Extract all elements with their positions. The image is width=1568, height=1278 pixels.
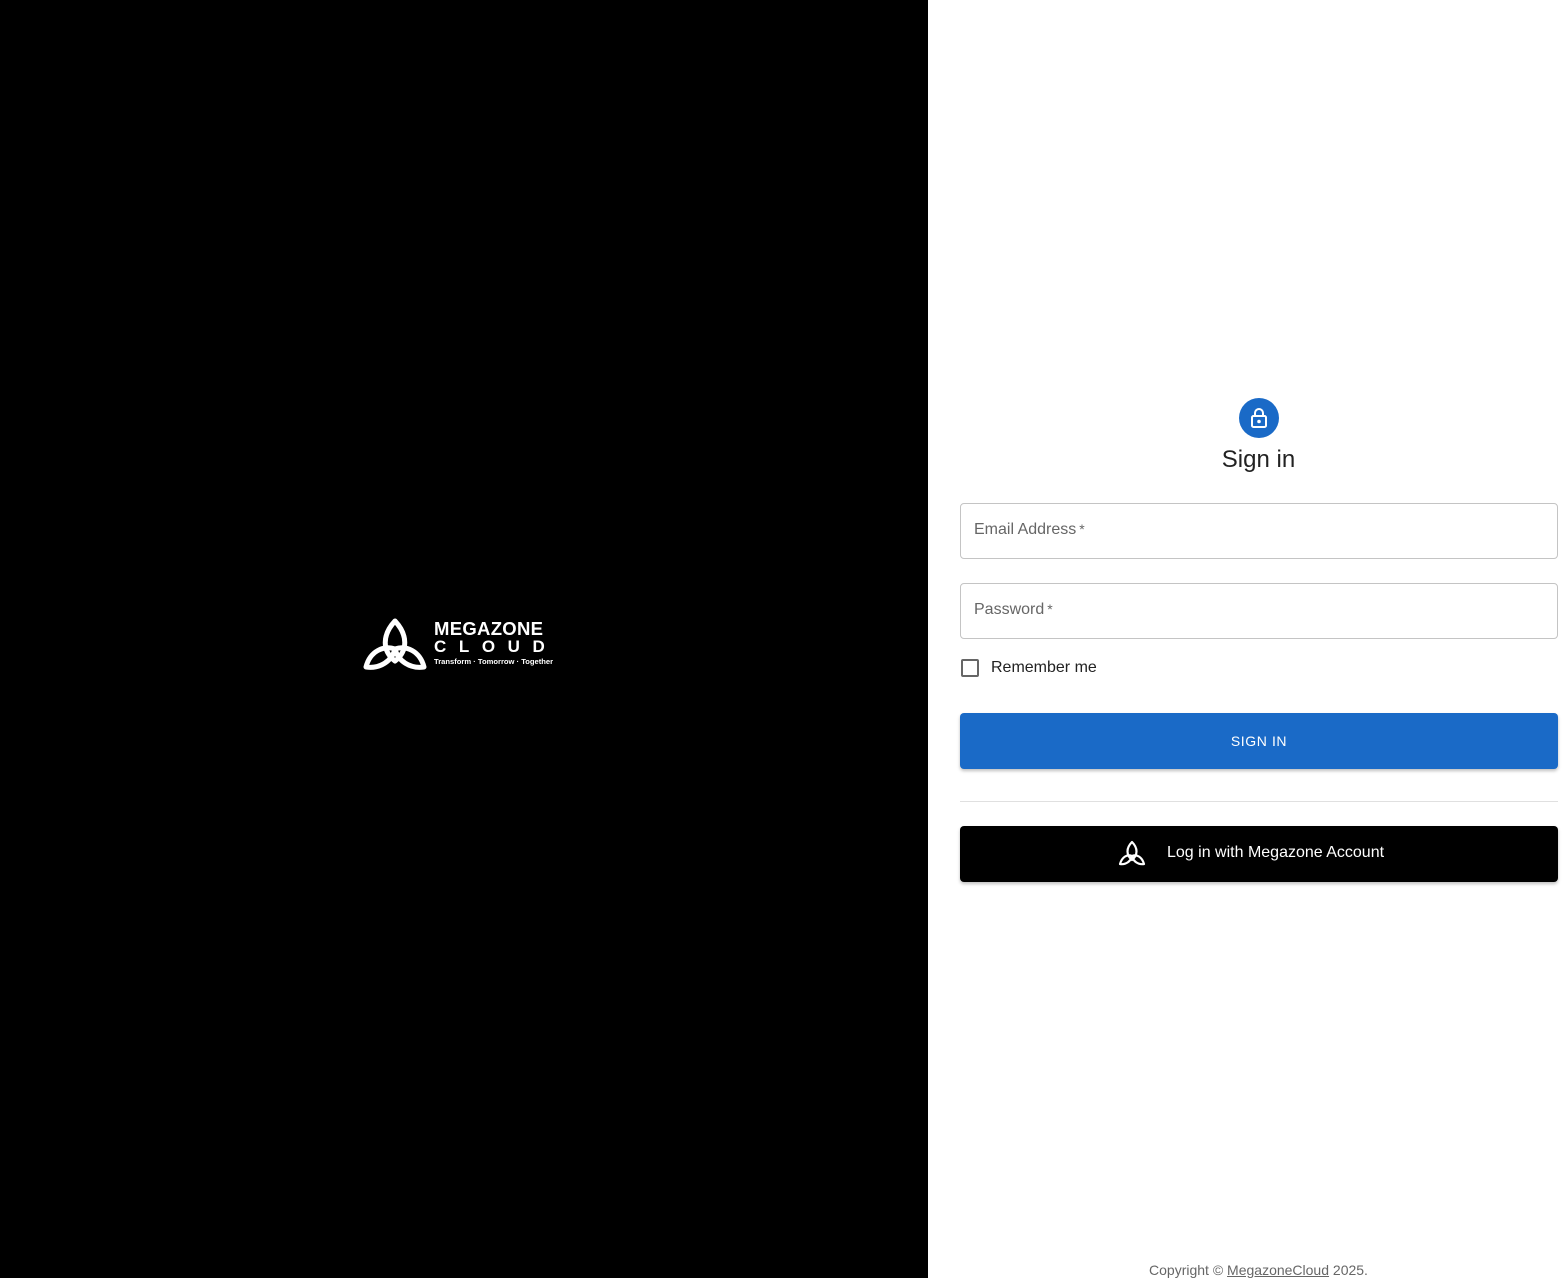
remember-me-label: Remember me <box>991 659 1097 676</box>
login-page: MEGAZONE CLOUD Transform · Tomorrow · To… <box>0 0 1568 1278</box>
email-field[interactable]: Email Address * <box>960 503 1558 559</box>
divider <box>960 801 1558 802</box>
copyright-footer: Copyright © MegazoneCloud 2025. <box>928 1262 1568 1278</box>
remember-me[interactable]: Remember me <box>960 656 1097 680</box>
copyright-suffix: 2025. <box>1329 1262 1368 1278</box>
lock-icon <box>1251 408 1267 428</box>
sign-in-button-label: SIGN IN <box>1230 733 1288 749</box>
megazone-login-label: Log in with Megazone Account <box>1167 844 1385 861</box>
remember-me-checkbox[interactable] <box>961 659 979 677</box>
triquetra-logo-icon <box>363 618 427 670</box>
megazonecloud-link[interactable]: MegazoneCloud <box>1227 1262 1329 1278</box>
email-label: Email Address * <box>974 521 1085 539</box>
sign-in-button[interactable]: SIGN IN <box>960 713 1558 769</box>
brand-tagline: Transform · Tomorrow · Together <box>434 657 554 666</box>
brand-subname: CLOUD <box>434 637 558 656</box>
brand-panel: MEGAZONE CLOUD Transform · Tomorrow · To… <box>0 0 928 1278</box>
brand-name: MEGAZONE <box>434 618 544 639</box>
password-field[interactable]: Password * <box>960 583 1558 639</box>
password-required-mark: * <box>1047 601 1053 617</box>
page-title: Sign in <box>1221 446 1296 473</box>
signin-panel: Sign in Email Address * Password * Remembe… <box>928 0 1568 1278</box>
copyright-prefix: Copyright © <box>1149 1262 1228 1278</box>
megazone-cloud-logo: MEGAZONE CLOUD Transform · Tomorrow · To… <box>362 617 568 673</box>
email-label-text: Email Address <box>974 521 1077 538</box>
password-label-text: Password <box>974 601 1045 618</box>
triquetra-icon <box>1118 840 1146 866</box>
megazone-login-button[interactable]: Log in with Megazone Account <box>960 826 1558 882</box>
password-label: Password * <box>974 601 1053 619</box>
email-required-mark: * <box>1079 521 1085 537</box>
lock-avatar <box>1239 398 1279 438</box>
